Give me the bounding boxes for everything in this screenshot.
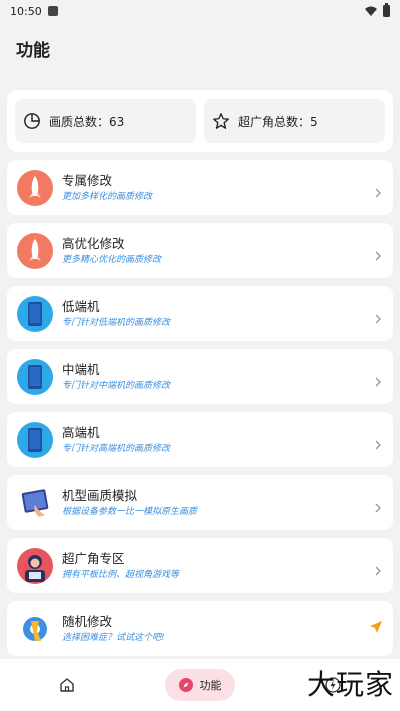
list-item-ultra-wide[interactable]: 超广角专区 拥有平板比例、超视角游戏等 <box>7 538 393 593</box>
list-item-title: 中端机 <box>62 361 100 377</box>
watermark-logo: 大玩家 <box>306 668 394 701</box>
list-item-low-end[interactable]: 低端机 专门针对低端机的画质修改 <box>7 286 393 341</box>
list-item-mid-range[interactable]: 中端机 专门针对中端机的画质修改 <box>7 349 393 404</box>
stats-card: 画质总数：63 超广角总数：5 <box>7 90 393 152</box>
list-item-text: 高端机 专门针对高端机的画质修改 <box>62 425 373 455</box>
compass-icon <box>179 678 194 692</box>
nav-features-label: 功能 <box>199 679 222 692</box>
tablet-icon <box>17 484 53 521</box>
list-item-title: 超广角专区 <box>62 550 125 566</box>
star-badge-icon <box>213 113 229 129</box>
phone-icon <box>17 421 53 458</box>
chevron-right-icon <box>373 435 383 449</box>
list-item-title: 机型画质模拟 <box>62 487 138 503</box>
battery-icon <box>383 3 390 17</box>
list-item-subtitle: 更多精心优化的画质修改 <box>62 254 162 265</box>
nav-features[interactable]: 功能 <box>164 669 235 701</box>
send-arrow-icon[interactable] <box>369 619 383 638</box>
list-item-subtitle: 专门针对低端机的画质修改 <box>62 317 171 328</box>
list-item-text: 低端机 专门针对低端机的画质修改 <box>62 299 373 329</box>
list-item-subtitle: 拥有平板比例、超视角游戏等 <box>62 569 180 580</box>
list-item-title: 高端机 <box>62 424 100 440</box>
stat-quality-label: 画质总数：63 <box>49 114 125 129</box>
list-item-title: 随机修改 <box>62 613 113 629</box>
page-title: 功能 <box>16 41 50 61</box>
list-item-exclusive-mod[interactable]: 专属修改 更加多样化的画质修改 <box>7 160 393 215</box>
list-item-subtitle: 专门针对中端机的画质修改 <box>62 380 171 391</box>
list-item-high-optimization-mod[interactable]: 高优化修改 更多精心优化的画质修改 <box>7 223 393 278</box>
list-item-text: 专属修改 更加多样化的画质修改 <box>62 173 373 203</box>
nav-home[interactable] <box>32 669 102 701</box>
list-item-subtitle: 根据设备参数一比一模拟原生画质 <box>62 506 198 517</box>
stat-quality-count[interactable]: 画质总数：63 <box>15 99 196 143</box>
phone-icon <box>17 358 53 395</box>
chevron-right-icon <box>373 372 383 386</box>
list-item-text: 中端机 专门针对中端机的画质修改 <box>62 362 373 392</box>
stat-wide-angle-label: 超广角总数：5 <box>238 114 318 129</box>
chevron-right-icon <box>373 309 383 323</box>
list-item-text: 超广角专区 拥有平板比例、超视角游戏等 <box>62 551 373 581</box>
list-item-subtitle: 选择困难症？试试这个吧! <box>62 632 165 643</box>
chevron-right-icon <box>373 561 383 575</box>
list-item-text: 高优化修改 更多精心优化的画质修改 <box>62 236 373 266</box>
rocket-icon <box>17 232 53 269</box>
chevron-right-icon <box>373 498 383 512</box>
rocket-icon <box>17 169 53 206</box>
list-item-subtitle: 更加多样化的画质修改 <box>62 191 153 202</box>
list-item-title: 高优化修改 <box>62 235 125 251</box>
chevron-right-icon <box>373 183 383 197</box>
feature-list: 专属修改 更加多样化的画质修改 高优化修改 更多精心优化的画质修改 低端机 专门… <box>7 160 393 656</box>
list-item-device-simulation[interactable]: 机型画质模拟 根据设备参数一比一模拟原生画质 <box>7 475 393 530</box>
status-left: 10:50 <box>10 5 58 18</box>
gamer-icon <box>17 547 53 584</box>
notification-icon <box>47 6 58 16</box>
list-item-high-end[interactable]: 高端机 专门针对高端机的画质修改 <box>7 412 393 467</box>
status-bar: 10:50 <box>0 0 400 22</box>
status-time: 10:50 <box>10 4 42 18</box>
status-right <box>365 3 390 17</box>
wifi-icon <box>365 6 377 16</box>
stat-wide-angle-count[interactable]: 超广角总数：5 <box>204 99 385 143</box>
list-item-title: 低端机 <box>62 298 100 314</box>
wrench-gear-icon <box>17 611 53 647</box>
list-item-text: 机型画质模拟 根据设备参数一比一模拟原生画质 <box>62 488 373 518</box>
home-icon <box>59 678 74 692</box>
pie-chart-icon <box>24 113 40 129</box>
list-item-random-mod[interactable]: 随机修改 选择困难症？试试这个吧! <box>7 601 393 656</box>
list-item-title: 专属修改 <box>62 172 113 188</box>
phone-icon <box>17 295 53 332</box>
list-item-subtitle: 专门针对高端机的画质修改 <box>62 443 171 454</box>
list-item-text: 随机修改 选择困难症？试试这个吧! <box>62 614 369 644</box>
chevron-right-icon <box>373 246 383 260</box>
